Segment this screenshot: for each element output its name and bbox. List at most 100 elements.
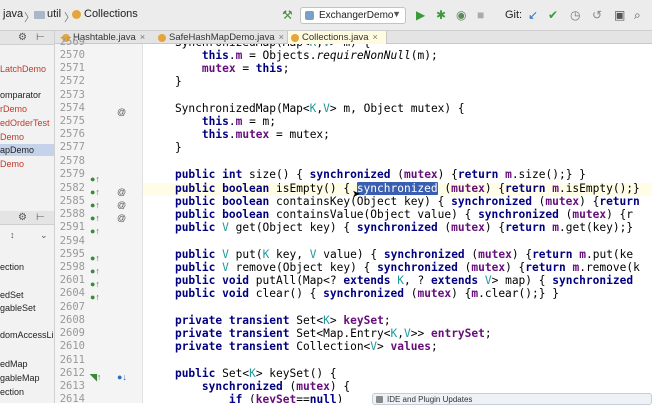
collapse-icon[interactable]: ⊢ [36,31,45,45]
line-number: 2609 [59,327,85,339]
line-number: 2598 [59,261,85,273]
implements-icon[interactable]: ●↑ [90,291,100,304]
implements-icon[interactable]: ●↑ [90,199,100,212]
gear-icon[interactable]: ⚙ [18,211,27,225]
editor-tabs: Hashtable.java × SafeHashMapDemo.java × Co… [55,31,652,44]
run-icon[interactable]: ▶ [416,8,425,22]
update-notification[interactable]: IDE and Plugin Updates [372,393,652,405]
list-item[interactable]: domAccessLi [0,329,54,341]
implements-icon[interactable]: ●↑ [90,186,100,199]
line-number: 2612 [59,367,85,379]
run-config-select[interactable]: ExchangerDemo ▼ [300,7,406,24]
line-number: 2573 [59,89,85,101]
list-item[interactable]: LatchDemo [0,63,46,75]
code-line: public boolean isEmpty() { synchronized … [174,182,640,195]
list-item[interactable]: Demo [0,131,24,143]
line-number: 2579 [59,168,85,180]
history-icon[interactable]: ◷ [570,8,580,22]
breadcrumb-util[interactable]: util [47,8,61,20]
code-line: synchronized (mutex) { [201,380,351,393]
line-number: 2578 [59,155,85,167]
coverage-icon[interactable]: ◉ [456,8,466,22]
list-item[interactable]: gableMap [0,372,40,384]
collapse-icon[interactable]: ⊢ [36,211,45,225]
main-toolbar: java 〉 util 〉 Collections ⚒ ExchangerDem… [0,0,652,31]
list-item[interactable]: gableSet [0,302,36,314]
project-panel: ⚙ ⊢ LatchDemo omparator rDemo edOrderTes… [0,31,55,403]
list-item[interactable]: edSet [0,289,24,301]
implements-icon[interactable]: ●↑ [90,173,100,186]
project-structure-icon[interactable]: ▣ [614,8,625,22]
override-icon[interactable]: @ [117,106,126,119]
code-line: public boolean containsValue(Object valu… [174,208,634,221]
code-line: } [148,75,182,88]
line-number: 2582 [59,182,85,194]
stop-icon[interactable]: ■ [477,8,484,22]
override-icon[interactable]: @ [117,186,126,199]
code-line: this.m = Objects.requireNonNull(m); [201,49,438,62]
chevron-down-icon: ▼ [392,9,401,19]
close-icon[interactable]: × [279,32,284,42]
breadcrumb-java[interactable]: java [3,8,23,20]
code-line: public boolean containsKey(Object key) {… [174,195,640,208]
code-line: private transient Set<Map.Entry<K,V>> en… [174,327,492,340]
sort-icon[interactable]: ↕ [10,229,15,241]
implements-icon[interactable]: ●↑ [90,278,100,291]
ide-icon [376,396,383,403]
class-icon [291,34,299,42]
code-line: mutex = this; [201,62,290,75]
list-item[interactable]: ection [0,261,24,273]
debug-icon[interactable]: ✱ [436,8,446,22]
gear-icon[interactable]: ⚙ [18,31,27,45]
line-number: 2613 [59,380,85,392]
line-number: 2601 [59,274,85,286]
list-item[interactable]: edOrderTest [0,117,50,129]
close-icon[interactable]: × [140,32,145,42]
revert-icon[interactable]: ↺ [592,8,602,22]
override-icon[interactable]: @ [117,212,126,225]
list-item-selected[interactable]: apDemo [0,144,54,156]
code-line: public void clear() { synchronized (mute… [174,287,559,300]
line-number: 2611 [59,354,85,366]
line-number: 2571 [59,62,85,74]
line-number: 2595 [59,248,85,260]
chevron-down-icon[interactable]: ⌄ [40,229,48,241]
line-number: 2569 [59,36,85,48]
list-item[interactable]: ection [0,386,24,398]
build-hammer-icon[interactable]: ⚒ [282,8,293,22]
line-number: 2591 [59,221,85,233]
tab-collections[interactable]: Collections.java × [287,31,387,44]
line-number: 2572 [59,75,85,87]
line-number: 2574 [59,102,85,114]
code-line: public V put(K key, V value) { synchroni… [174,248,634,261]
run-config-label: ExchangerDemo [319,10,394,21]
list-item[interactable]: edMap [0,358,28,370]
implements-icon[interactable]: ●↑ [90,225,100,238]
implements-icon[interactable]: ●↑ [90,252,100,265]
overridden-icon[interactable]: ●↓ [117,371,127,384]
code-editor[interactable]: SynchronizedMap(Map<K,V> m) { this.m = O… [148,44,652,403]
tab-label: Collections.java [302,32,369,43]
git-commit-icon[interactable]: ✔ [548,8,558,22]
line-number: 2604 [59,287,85,299]
run-config-icon [305,11,314,20]
implements-icon[interactable]: ●↑ [90,265,100,278]
override-icon[interactable]: @ [117,199,126,212]
class-icon [72,10,81,19]
code-line: this.mutex = mutex; [201,128,330,141]
line-number: 2585 [59,195,85,207]
close-icon[interactable]: × [373,32,378,42]
mouse-cursor-icon: ➤ [352,189,361,200]
breadcrumb-collections[interactable]: Collections [84,8,138,20]
line-number: 2607 [59,301,85,313]
git-update-icon[interactable]: ↙ [528,8,538,22]
search-icon[interactable]: ⌕ [634,8,641,22]
list-item[interactable]: rDemo [0,103,27,115]
list-item[interactable]: omparator [0,89,41,101]
tab-safehashmapdemo[interactable]: SafeHashMapDemo.java × [155,31,284,44]
selected-word[interactable]: synchronized [356,182,438,195]
list-item[interactable]: Demo [0,158,24,170]
implements-icon[interactable]: ●↑ [90,212,100,225]
implements-icon[interactable]: ◥↑ [90,371,101,384]
line-number: 2576 [59,128,85,140]
